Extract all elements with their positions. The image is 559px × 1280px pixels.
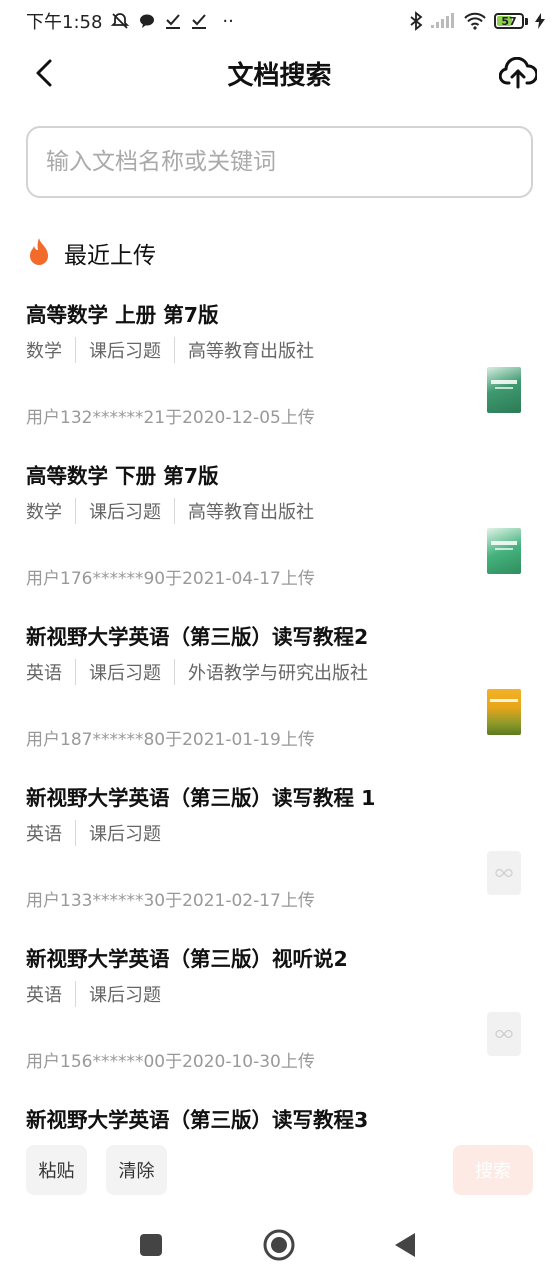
document-title: 新视野大学英语（第三版）读写教程3 xyxy=(26,1108,369,1132)
document-meta: 用户176******90于2021-04-17上传 xyxy=(26,569,315,589)
document-tag: 英语 xyxy=(26,663,62,684)
document-title: 新视野大学英语（第三版）读写教程2 xyxy=(26,625,369,649)
upload-button[interactable] xyxy=(497,52,539,94)
image-placeholder-icon xyxy=(495,1029,513,1039)
document-list: 高等数学 上册 第7版 数学 课后习题 高等教育出版社 用户132******2… xyxy=(0,290,559,1135)
more-dots-icon: ·· xyxy=(222,10,234,32)
image-placeholder-icon xyxy=(495,868,513,878)
check-icon xyxy=(192,14,207,29)
paste-button[interactable]: 粘贴 xyxy=(26,1145,87,1195)
battery-level: 57 xyxy=(501,14,517,28)
document-tags: 英语 课后习题 xyxy=(26,820,161,846)
document-meta: 用户133******30于2021-02-17上传 xyxy=(26,891,315,911)
document-tag: 外语教学与研究出版社 xyxy=(174,659,368,685)
document-item[interactable]: 高等数学 上册 第7版 数学 课后习题 高等教育出版社 用户132******2… xyxy=(0,290,559,451)
document-item[interactable]: 新视野大学英语（第三版）视听说2 英语 课后习题 用户156******00于2… xyxy=(0,934,559,1095)
back-button[interactable] xyxy=(26,54,62,92)
mute-icon xyxy=(111,13,130,29)
document-tags: 英语 课后习题 外语教学与研究出版社 xyxy=(26,659,368,685)
document-item[interactable]: 新视野大学英语（第三版）读写教程3 xyxy=(0,1095,559,1135)
document-title: 新视野大学英语（第三版）视听说2 xyxy=(26,947,348,971)
chat-icon xyxy=(140,14,155,28)
wifi-icon xyxy=(464,12,486,30)
document-thumbnail xyxy=(487,851,521,895)
search-button[interactable]: 搜索 xyxy=(453,1145,533,1195)
document-tag: 高等教育出版社 xyxy=(174,498,314,524)
document-tag: 英语 xyxy=(26,824,62,845)
document-tags: 数学 课后习题 高等教育出版社 xyxy=(26,337,314,363)
document-item[interactable]: 新视野大学英语（第三版）读写教程 1 英语 课后习题 用户133******30… xyxy=(0,773,559,934)
document-tag: 英语 xyxy=(26,985,62,1006)
clear-button[interactable]: 清除 xyxy=(106,1145,167,1195)
bluetooth-icon xyxy=(410,11,423,31)
header: 文档搜索 xyxy=(0,42,559,104)
document-meta: 用户132******21于2020-12-05上传 xyxy=(26,408,315,428)
document-tag: 课后习题 xyxy=(75,659,161,685)
document-thumbnail xyxy=(487,528,521,574)
document-tag: 课后习题 xyxy=(75,498,161,524)
search-box[interactable] xyxy=(26,126,533,198)
document-tag: 数学 xyxy=(26,502,62,523)
document-title: 新视野大学英语（第三版）读写教程 1 xyxy=(26,786,376,810)
nav-back-button[interactable] xyxy=(388,1228,422,1262)
recent-apps-button[interactable] xyxy=(134,1228,168,1262)
square-icon xyxy=(140,1234,162,1256)
status-bar: 下午1:58 ·· 57 xyxy=(0,0,559,42)
document-thumbnail xyxy=(487,1012,521,1056)
bottom-actions: 粘贴 清除 搜索 xyxy=(0,1145,559,1195)
signal-icon xyxy=(431,13,454,28)
document-tag: 课后习题 xyxy=(75,981,161,1007)
flame-icon xyxy=(30,238,48,265)
triangle-back-icon xyxy=(395,1233,415,1257)
check-icon xyxy=(166,14,181,29)
document-tag: 课后习题 xyxy=(75,820,161,846)
page-title: 文档搜索 xyxy=(227,60,332,91)
document-title: 高等数学 上册 第7版 xyxy=(26,303,219,327)
document-meta: 用户156******00于2020-10-30上传 xyxy=(26,1052,315,1072)
document-item[interactable]: 新视野大学英语（第三版）读写教程2 英语 课后习题 外语教学与研究出版社 用户1… xyxy=(0,612,559,773)
document-tags: 英语 课后习题 xyxy=(26,981,161,1007)
document-thumbnail xyxy=(487,689,521,735)
document-item[interactable]: 高等数学 下册 第7版 数学 课后习题 高等教育出版社 用户176******9… xyxy=(0,451,559,612)
status-left: 下午1:58 ·· xyxy=(26,8,234,34)
search-input[interactable] xyxy=(46,149,513,175)
chevron-left-icon xyxy=(36,59,52,87)
document-meta: 用户187******80于2021-01-19上传 xyxy=(26,730,315,750)
document-title: 高等数学 下册 第7版 xyxy=(26,464,219,488)
document-thumbnail xyxy=(487,367,521,413)
battery-icon: 57 xyxy=(494,13,528,29)
system-nav-bar xyxy=(0,1210,559,1280)
recent-uploads-heading: 最近上传 xyxy=(26,236,156,270)
section-title: 最近上传 xyxy=(64,243,156,269)
document-tag: 课后习题 xyxy=(75,337,161,363)
home-button[interactable] xyxy=(262,1228,296,1262)
status-right: 57 xyxy=(409,11,545,31)
document-tags: 数学 课后习题 高等教育出版社 xyxy=(26,498,314,524)
document-tag: 数学 xyxy=(26,341,62,362)
home-circle-icon xyxy=(263,1229,295,1261)
document-tag: 高等教育出版社 xyxy=(174,337,314,363)
charging-icon xyxy=(535,13,545,29)
status-time: 下午1:58 xyxy=(26,12,103,33)
cloud-upload-icon xyxy=(499,57,537,89)
